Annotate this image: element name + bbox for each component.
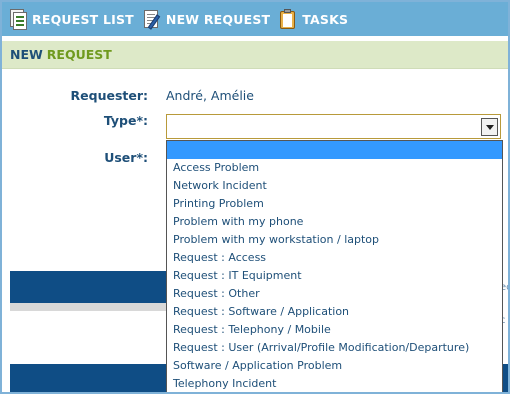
nav-tasks[interactable]: TASKS <box>278 8 348 30</box>
nav-new-request-label: NEW REQUEST <box>165 11 271 27</box>
dropdown-option[interactable]: Request : User (Arrival/Profile Modifica… <box>167 339 502 357</box>
nav-new-request[interactable]: NEW REQUEST <box>142 8 270 30</box>
request-list-icon <box>8 8 28 30</box>
dropdown-option-empty[interactable] <box>167 141 502 159</box>
app-window: REQUEST LIST NEW REQUEST TASKS NEW REQUE… <box>0 0 510 394</box>
dropdown-option[interactable]: Request : Telephony / Mobile <box>167 321 502 339</box>
dropdown-option[interactable]: Problem with my workstation / laptop <box>167 231 502 249</box>
dropdown-option[interactable]: Printing Problem <box>167 195 502 213</box>
dropdown-option[interactable]: Problem with my phone <box>167 213 502 231</box>
dropdown-option[interactable]: Request : Other <box>167 285 502 303</box>
dropdown-option[interactable]: Request : Access <box>167 249 502 267</box>
requester-label: Requester: <box>70 88 148 103</box>
dropdown-option[interactable]: Request : IT Equipment <box>167 267 502 285</box>
chevron-down-icon[interactable] <box>481 118 498 136</box>
dropdown-option[interactable]: Request : Software / Application <box>167 303 502 321</box>
dropdown-option[interactable]: Access Problem <box>167 159 502 177</box>
dropdown-option[interactable]: Network Incident <box>167 177 502 195</box>
nav-tasks-label: TASKS <box>302 11 349 27</box>
type-label: Type*: <box>103 113 148 128</box>
dropdown-option[interactable]: Software / Application Problem <box>167 357 502 375</box>
new-request-icon <box>142 8 162 30</box>
requester-value: André, Amélie <box>166 88 254 103</box>
page-title: NEW REQUEST <box>2 41 508 69</box>
type-select[interactable] <box>166 114 501 139</box>
nav-request-list-label: REQUEST LIST <box>32 11 134 27</box>
user-label: User*: <box>104 150 148 165</box>
dropdown-option[interactable]: Telephony Incident <box>167 375 502 392</box>
tasks-icon <box>278 8 298 30</box>
top-navigation: REQUEST LIST NEW REQUEST TASKS <box>2 2 508 36</box>
nav-request-list[interactable]: REQUEST LIST <box>8 8 134 30</box>
page-title-part2: REQUEST <box>46 47 112 62</box>
page-title-part1: NEW <box>10 47 43 62</box>
type-dropdown-list[interactable]: Access Problem Network Incident Printing… <box>166 140 503 392</box>
